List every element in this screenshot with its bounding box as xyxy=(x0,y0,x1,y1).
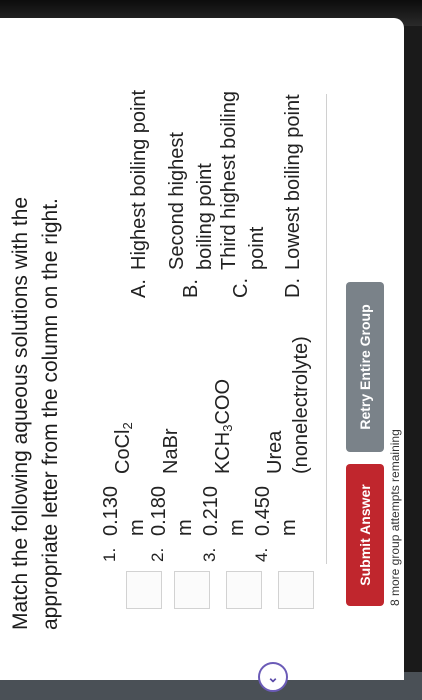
answer-input-2[interactable] xyxy=(174,571,210,609)
item-note-4: (nonelectrolyte) xyxy=(290,336,312,474)
option-text-b-1: Second highest xyxy=(166,132,188,270)
answer-input-4[interactable] xyxy=(278,571,314,609)
retry-group-button[interactable]: Retry Entire Group xyxy=(346,282,384,452)
item-formula-2: NaBr xyxy=(160,428,182,474)
item-number-2: 2. xyxy=(148,547,167,562)
option-letter-d: D. xyxy=(282,278,304,298)
section-divider xyxy=(326,94,327,564)
question-panel: Match the following aqueous solutions wi… xyxy=(0,18,404,680)
item-concentration-4: 0.450 xyxy=(252,485,274,536)
item-unit-4: m xyxy=(278,519,300,536)
item-concentration-2: 0.180 xyxy=(148,485,170,536)
item-formula-3: KCH3COO xyxy=(212,378,235,474)
option-text-d: Lowest boiling point xyxy=(282,94,304,270)
option-text-a: Highest boiling point xyxy=(128,89,150,270)
submit-answer-button[interactable]: Submit Answer xyxy=(346,464,384,606)
chevron-down-icon[interactable]: ⌄ xyxy=(258,662,288,692)
answer-input-1[interactable] xyxy=(126,571,162,609)
item-number-4: 4. xyxy=(252,547,271,562)
option-letter-b: B. xyxy=(180,279,202,298)
item-number-3: 3. xyxy=(200,547,219,562)
item-concentration-1: 0.130 xyxy=(100,485,122,536)
option-text-b-2: boiling point xyxy=(194,163,216,270)
item-formula-1: CoCl2 xyxy=(112,422,135,474)
rotated-content: Match the following aqueous solutions wi… xyxy=(0,36,404,696)
item-unit-2: m xyxy=(174,519,196,536)
answer-input-3[interactable] xyxy=(226,571,262,609)
item-concentration-3: 0.210 xyxy=(200,485,222,536)
instruction-line-1: Match the following aqueous solutions wi… xyxy=(9,196,32,630)
option-text-c-2: point xyxy=(246,226,268,270)
instruction-line-2: appropriate letter from the column on th… xyxy=(39,198,62,630)
item-number-1: 1. xyxy=(100,547,119,562)
item-unit-1: m xyxy=(126,519,148,536)
option-letter-a: A. xyxy=(128,279,150,298)
attempts-remaining: 8 more group attempts remaining xyxy=(388,429,402,606)
option-text-c-1: Third highest boiling xyxy=(218,91,240,270)
item-formula-4: Urea xyxy=(264,430,286,474)
option-letter-c: C. xyxy=(230,278,252,298)
item-unit-3: m xyxy=(226,519,248,536)
